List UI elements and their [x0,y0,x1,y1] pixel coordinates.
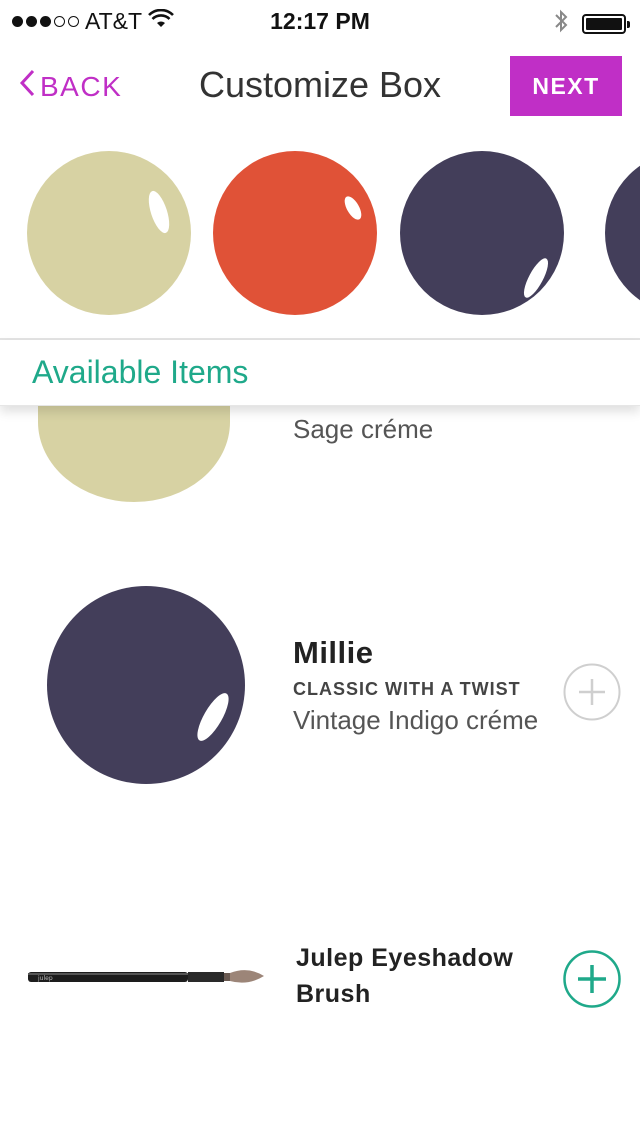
indigo-swatch-partial[interactable] [604,150,640,316]
battery-icon [582,13,630,34]
list-item[interactable]: Millie CLASSIC WITH A TWIST Vintage Indi… [0,581,640,791]
list-item[interactable]: Sage créme [0,406,640,516]
plus-icon [563,950,621,1008]
item-description: Vintage Indigo créme [293,705,539,735]
next-button[interactable]: NEXT [510,56,622,116]
item-collection: CLASSIC WITH A TWIST [293,679,521,699]
status-time: 12:17 PM [270,8,370,34]
bluetooth-icon [554,9,568,38]
sage-swatch-image [38,406,230,502]
item-name: Millie [293,635,374,670]
indigo-swatch[interactable] [399,150,565,316]
available-items-title: Available Items [32,354,249,390]
red-orange-swatch[interactable] [212,150,378,316]
sage-swatch[interactable] [26,150,192,316]
add-button-disabled[interactable] [563,663,621,721]
status-bar: AT&T 12:17 PM [0,0,640,42]
plus-icon [563,663,621,721]
item-description: Sage créme [293,414,434,444]
item-name: Julep Eyeshadow Brush [296,944,514,1008]
list-item[interactable]: julep Julep Eyeshadow Brush [0,926,640,1036]
svg-text:julep: julep [37,975,53,982]
nav-bar: BACK Customize Box NEXT [0,42,640,130]
available-items-list[interactable]: Sage créme Millie CLASSIC WITH A TWIST V… [0,406,640,1134]
eyeshadow-brush-image: julep [28,956,268,1001]
available-items-header: Available Items [0,340,640,406]
indigo-swatch-image [46,585,246,785]
selected-swatch-carousel[interactable] [0,130,640,338]
add-button[interactable] [563,950,621,1008]
status-right [554,9,630,38]
